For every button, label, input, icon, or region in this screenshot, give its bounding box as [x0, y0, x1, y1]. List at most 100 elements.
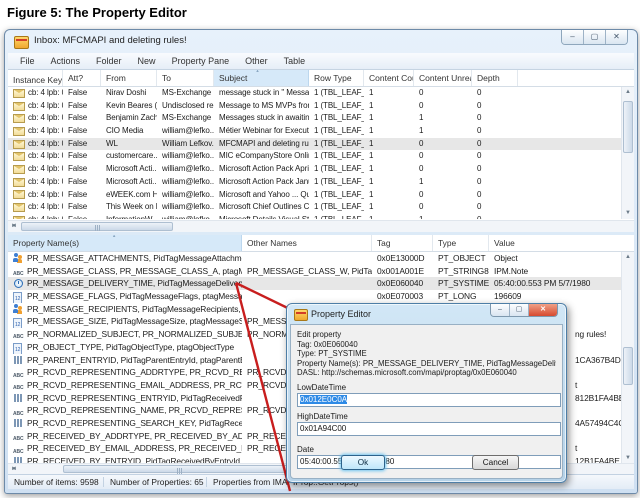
message-row[interactable]: cb: 4 lpb: 00... False Microsoft Acti...… — [8, 176, 621, 189]
column-header-att[interactable]: Att? — [63, 70, 101, 86]
scroll-down-arrow-icon[interactable]: ▼ — [622, 208, 634, 219]
message-row[interactable]: cb: 4 lpb: 00... False WL William Lefkov… — [8, 138, 621, 151]
envelope-icon — [13, 89, 25, 98]
cell-property-names: PR_PARENT_ENTRYID, PidTagParentEntryId, … — [8, 354, 242, 367]
cell-property-names: PR_MESSAGE_CLASS, PR_MESSAGE_CLASS_A, pt… — [8, 265, 242, 278]
column-header-property-names[interactable]: ▴Property Name(s) — [8, 235, 242, 251]
message-row[interactable]: cb: 4 lpb: 00... False This Week on I...… — [8, 201, 621, 214]
scroll-up-arrow-icon[interactable]: ▲ — [622, 252, 634, 263]
cell-content-count: 1 — [364, 112, 414, 125]
cell-other-names — [242, 290, 372, 303]
menu-item-actions[interactable]: Actions — [43, 54, 89, 68]
message-row[interactable]: cb: 4 lpb: 00... False eWEEK.com H... wi… — [8, 189, 621, 202]
maximize-button[interactable]: ▢ — [584, 30, 606, 44]
message-row[interactable]: cb: 4 lpb: 00... False InformationW... w… — [8, 214, 621, 219]
column-header-other-names[interactable]: Other Names — [242, 235, 372, 251]
scroll-up-arrow-icon[interactable]: ▲ — [622, 87, 634, 98]
dialog-close-button[interactable]: ✕ — [529, 304, 557, 316]
minimize-button[interactable]: – — [562, 30, 584, 44]
cell-content-count: 1 — [364, 201, 414, 214]
message-row[interactable]: cb: 4 lpb: 00... False CIO Media william… — [8, 125, 621, 138]
column-header-from[interactable]: From — [101, 70, 157, 86]
cell-depth: 0 — [472, 112, 518, 125]
sort-arrow-icon: ▴ — [113, 235, 116, 239]
message-row[interactable]: cb: 4 lpb: 00... False Nirav Doshi MS-Ex… — [8, 87, 621, 100]
column-header-to[interactable]: To — [157, 70, 214, 86]
cell-instance-key: cb: 4 lpb: 00... — [8, 125, 63, 138]
menu-item-table[interactable]: Table — [276, 54, 314, 68]
cell-instance-key: cb: 4 lpb: 00... — [8, 189, 63, 202]
cell-content-count: 1 — [364, 100, 414, 113]
message-row[interactable]: cb: 4 lpb: 00... False Kevin Beares (...… — [8, 100, 621, 113]
cell-depth: 0 — [472, 201, 518, 214]
cell-value: Object — [489, 252, 621, 265]
property-row[interactable]: PR_MESSAGE_ATTACHMENTS, PidTagMessageAtt… — [8, 252, 621, 265]
menu-item-folder[interactable]: Folder — [88, 54, 130, 68]
ok-button[interactable]: Ok — [341, 455, 385, 470]
menu-item-other[interactable]: Other — [237, 54, 276, 68]
cell-to: William Lefkov... — [157, 138, 214, 151]
cell-depth: 0 — [472, 189, 518, 202]
cell-property-names: PR_RCVD_REPRESENTING_ADDRTYPE, PR_RCVD_R… — [8, 366, 242, 379]
menu-item-new[interactable]: New — [130, 54, 164, 68]
dialog-maximize-button[interactable]: ▢ — [510, 304, 529, 316]
scroll-right-arrow-icon[interactable]: ► — [8, 464, 20, 474]
cell-att: False — [63, 150, 101, 163]
column-header-row-type[interactable]: Row Type — [309, 70, 364, 86]
cell-to: william@lefko... — [157, 163, 214, 176]
menu-item-property-pane[interactable]: Property Pane — [164, 54, 238, 68]
window-titlebar[interactable]: Inbox: MFCMAPI and deleting rules! –▢✕ — [5, 30, 637, 53]
cell-instance-key: cb: 4 lpb: 00... — [8, 138, 63, 151]
sort-arrow-icon: ▴ — [256, 70, 259, 74]
property-row[interactable]: PR_MESSAGE_FLAGS, PidTagMessageFlags, pt… — [8, 290, 621, 303]
cell-value: 05:40:00.553 PM 5/7/1980 — [489, 277, 621, 290]
column-header-depth[interactable]: Depth — [472, 70, 518, 86]
properties-vertical-scrollbar[interactable]: ▲ ▼ — [621, 252, 634, 464]
property-type-icon — [13, 406, 25, 416]
message-row[interactable]: cb: 4 lpb: 00... False Microsoft Acti...… — [8, 163, 621, 176]
dialog-minimize-button[interactable]: – — [491, 304, 510, 316]
messages-hscroll-thumb[interactable] — [21, 222, 173, 231]
column-header-type[interactable]: Type — [433, 235, 489, 251]
envelope-icon — [13, 140, 25, 149]
tag-line: Tag: 0x0E060040 — [297, 340, 556, 350]
close-button[interactable]: ✕ — [606, 30, 627, 44]
app-icon — [14, 36, 29, 49]
cell-property-names: PR_MESSAGE_RECIPIENTS, PidTagMessageReci… — [8, 303, 242, 316]
column-header-instance-key[interactable]: Instance Key — [8, 70, 63, 86]
column-header-content-count[interactable]: Content Count — [364, 70, 414, 86]
column-header-subject[interactable]: ▴Subject — [214, 70, 309, 86]
scroll-right-arrow-icon[interactable]: ► — [8, 221, 20, 232]
message-row[interactable]: cb: 4 lpb: 00... False customercare... w… — [8, 150, 621, 163]
property-row[interactable]: PR_MESSAGE_CLASS, PR_MESSAGE_CLASS_A, pt… — [8, 265, 621, 278]
column-header-content-unread[interactable]: Content Unread — [414, 70, 472, 86]
cell-to: MS-Exchange ... — [157, 112, 214, 125]
envelope-icon — [13, 102, 25, 111]
cell-other-names: PR_MESSAGE_CLASS_W, PidTagM... — [242, 265, 372, 278]
cell-subject: Métier Webinar for Executive... — [214, 125, 309, 138]
cell-tag: 0x0E13000D — [372, 252, 433, 265]
cell-property-names: PR_RECEIVED_BY_ADDRTYPE, PR_RECEIVED_BY_… — [8, 430, 242, 443]
cell-content-count: 1 — [364, 163, 414, 176]
properties-hscroll-thumb[interactable] — [63, 465, 295, 473]
cell-content-count: 1 — [364, 189, 414, 202]
messages-vertical-scrollbar[interactable]: ▲ ▼ — [621, 87, 634, 219]
cell-content-unread: 0 — [414, 189, 472, 202]
cell-row-type: 1 (TBL_LEAF_R... — [309, 150, 364, 163]
messages-vscroll-thumb[interactable] — [623, 101, 633, 153]
cancel-button[interactable]: Cancel — [472, 455, 519, 470]
column-header-value[interactable]: Value — [489, 235, 634, 251]
lowdatetime-input[interactable]: 0x012E0C0A — [297, 393, 561, 407]
cell-tag: 0x001A001E — [372, 265, 433, 278]
column-header-tag[interactable]: Tag — [372, 235, 433, 251]
message-row[interactable]: cb: 4 lpb: 00... False Benjamin Zach... … — [8, 112, 621, 125]
cell-instance-key: cb: 4 lpb: 00... — [8, 87, 63, 100]
highdatetime-input[interactable]: 0x01A94C00 — [297, 422, 561, 436]
property-row[interactable]: PR_MESSAGE_DELIVERY_TIME, PidTagMessageD… — [8, 277, 621, 290]
messages-horizontal-scrollbar[interactable]: ◄ ► — [8, 220, 634, 232]
menu-item-file[interactable]: File — [12, 54, 43, 68]
cell-property-names: PR_MESSAGE_FLAGS, PidTagMessageFlags, pt… — [8, 290, 242, 303]
cell-att: False — [63, 125, 101, 138]
properties-vscroll-thumb[interactable] — [623, 347, 633, 385]
cell-content-unread: 1 — [414, 176, 472, 189]
